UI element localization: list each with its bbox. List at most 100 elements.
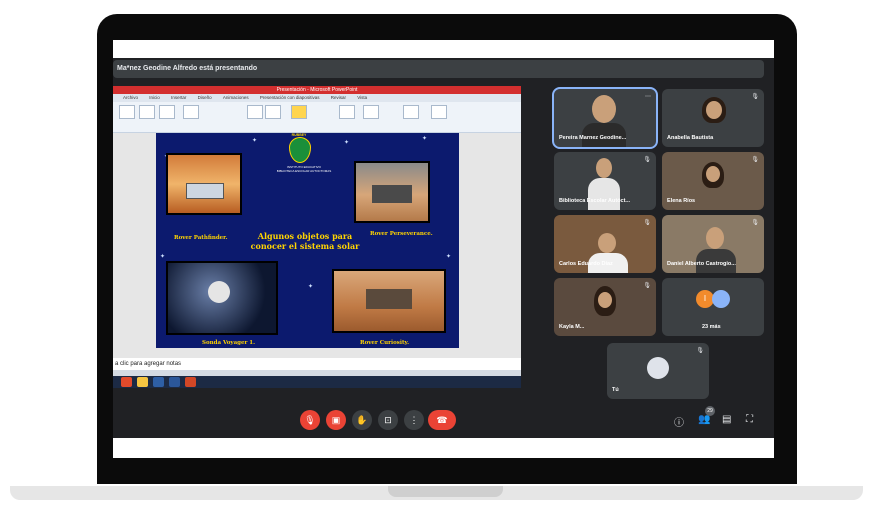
center-line-2: conocer el sistema solar <box>250 241 360 251</box>
activities-icon[interactable]: ⛶ <box>746 414 753 425</box>
self-avatar <box>647 357 669 379</box>
participant-tile[interactable]: 🎙 Daniel Alberto Castrogio... <box>662 215 764 273</box>
more-participants-tile[interactable]: I 23 más <box>662 278 764 336</box>
pathfinder-image <box>166 153 242 215</box>
rover-shape <box>366 289 412 309</box>
notes-pane[interactable]: a clic para agregar notas <box>113 358 521 370</box>
self-tile[interactable]: 🎙 Tú <box>607 343 709 399</box>
curiosity-image <box>332 269 446 333</box>
more-options-button[interactable]: ⋮ <box>404 410 424 430</box>
browser-top-bar <box>113 40 774 58</box>
ribbon-tab: Archivo <box>123 95 139 100</box>
avatar-face <box>598 292 612 308</box>
ribbon-button <box>159 105 175 119</box>
ribbon-tab: Vista <box>357 95 368 100</box>
avatar <box>706 227 724 249</box>
avatar-face <box>706 101 722 119</box>
meet-window: Ma*nez Geodine Alfredo está presentando … <box>113 58 774 438</box>
mic-off-icon: 🎙 <box>751 157 759 163</box>
avatar <box>598 233 616 253</box>
ribbon-button <box>291 105 307 119</box>
star-decoration: ✦ <box>160 254 166 260</box>
mic-off-icon: 🎙 <box>643 220 651 226</box>
leave-call-button[interactable]: ☎ <box>428 410 456 430</box>
avatar <box>592 95 616 123</box>
participant-name: Pereira Marnez Geodine... <box>559 135 627 141</box>
ribbon-tab: Inicio <box>149 95 160 100</box>
star-decoration: ✦ <box>308 284 314 290</box>
participant-tile[interactable]: 🎙 Kayla M... <box>554 278 656 336</box>
perseverance-image <box>354 161 430 223</box>
participant-tile[interactable]: 🎙 Anabella Bautista <box>662 89 764 147</box>
ribbon-tab: Revisar <box>330 95 346 100</box>
mic-off-icon: 🎙 <box>751 94 759 100</box>
powerpoint-icon <box>185 377 196 387</box>
ribbon-button <box>139 105 155 119</box>
caption-perseverance: Rover Perseverance. <box>370 231 433 237</box>
school-logo <box>289 137 311 163</box>
star-decoration: ✦ <box>252 138 258 144</box>
caption-curiosity: Rover Curiosity. <box>360 340 409 346</box>
windows-taskbar <box>113 376 521 388</box>
school-line-2: BIBLIOTECA ESCOLAR AUTOCTOMAS <box>276 169 332 173</box>
participant-name: Kayla M... <box>559 324 585 330</box>
avatar <box>596 158 612 178</box>
present-button[interactable]: ⊡ <box>378 410 398 430</box>
ribbon-button <box>183 105 199 119</box>
ribbon-button <box>339 105 355 119</box>
ppt-ribbon-tabs: Archivo Inicio Insertar Diseño Animacion… <box>113 94 521 102</box>
slide-center-text: Algunos objetos para conocer el sistema … <box>248 231 362 251</box>
participant-name: Daniel Alberto Castrogio... <box>667 261 736 267</box>
participant-tile[interactable]: ⋯ Pereira Marnez Geodine... <box>552 87 658 149</box>
ribbon-button <box>119 105 135 119</box>
ppt-ribbon <box>113 102 521 133</box>
ribbon-button <box>363 105 379 119</box>
more-options-icon[interactable]: ⋯ <box>645 93 651 100</box>
app-icon <box>153 377 164 387</box>
acrobat-icon <box>121 377 132 387</box>
ribbon-button <box>247 105 263 119</box>
mic-off-icon: 🎙 <box>643 157 651 163</box>
avatar-face <box>706 166 720 182</box>
ribbon-tab: Diseño <box>197 95 212 100</box>
participant-tile[interactable]: 🎙 Elena Ríos <box>662 152 764 210</box>
caption-pathfinder: Rover Pathfinder. <box>174 235 228 241</box>
more-count: 23 más <box>702 324 721 330</box>
mic-off-icon: 🎙 <box>696 348 704 354</box>
mic-off-icon: 🎙 <box>643 283 651 289</box>
star-decoration: ✦ <box>344 140 350 146</box>
caption-voyager: Sonda Voyager 1. <box>202 340 256 346</box>
participant-name: Tú <box>612 387 619 393</box>
participant-avatar <box>712 290 730 308</box>
ribbon-button <box>265 105 281 119</box>
mic-toggle-button[interactable]: 🎙 <box>300 410 320 430</box>
star-decoration: ✦ <box>422 136 428 142</box>
participant-tile[interactable]: 🎙 Biblioteca Escolar Autóct... <box>554 152 656 210</box>
logo-text: RUBBEY <box>291 133 307 137</box>
probe-shape <box>208 281 230 303</box>
mic-off-icon: 🎙 <box>751 220 759 226</box>
rover-shape <box>372 185 412 203</box>
people-count-badge: 29 <box>705 406 715 416</box>
info-icon[interactable]: ⓘ <box>674 414 684 429</box>
laptop-notch <box>388 486 503 497</box>
raise-hand-button[interactable]: ✋ <box>352 410 372 430</box>
chat-icon[interactable]: ▤ <box>722 414 731 425</box>
slide-area: ✦ ✦ ✦ ✦ ✦ ✦ ✦ RUBBEY INSTITUTO EDUCATIVO… <box>113 133 521 358</box>
ribbon-tab: Presentación con diapositivas <box>259 95 320 100</box>
browser-bottom-bar <box>113 438 774 458</box>
presenting-banner: Ma*nez Geodine Alfredo está presentando <box>113 60 764 78</box>
slide: ✦ ✦ ✦ ✦ ✦ ✦ ✦ RUBBEY INSTITUTO EDUCATIVO… <box>156 133 459 348</box>
participant-name: Carlos Eduardo Díaz <box>559 261 613 267</box>
ribbon-tab: Animaciones <box>222 95 249 100</box>
participant-tile[interactable]: 🎙 Carlos Eduardo Díaz <box>554 215 656 273</box>
camera-toggle-button[interactable]: ▣ <box>326 410 346 430</box>
participant-name: Anabella Bautista <box>667 135 714 141</box>
ribbon-button <box>403 105 419 119</box>
chrome-icon <box>137 377 148 387</box>
voyager-image <box>166 261 278 335</box>
participant-name: Elena Ríos <box>667 198 696 204</box>
ribbon-tab: Insertar <box>171 95 187 100</box>
star-decoration: ✦ <box>446 254 452 260</box>
rover-shape <box>186 183 224 199</box>
